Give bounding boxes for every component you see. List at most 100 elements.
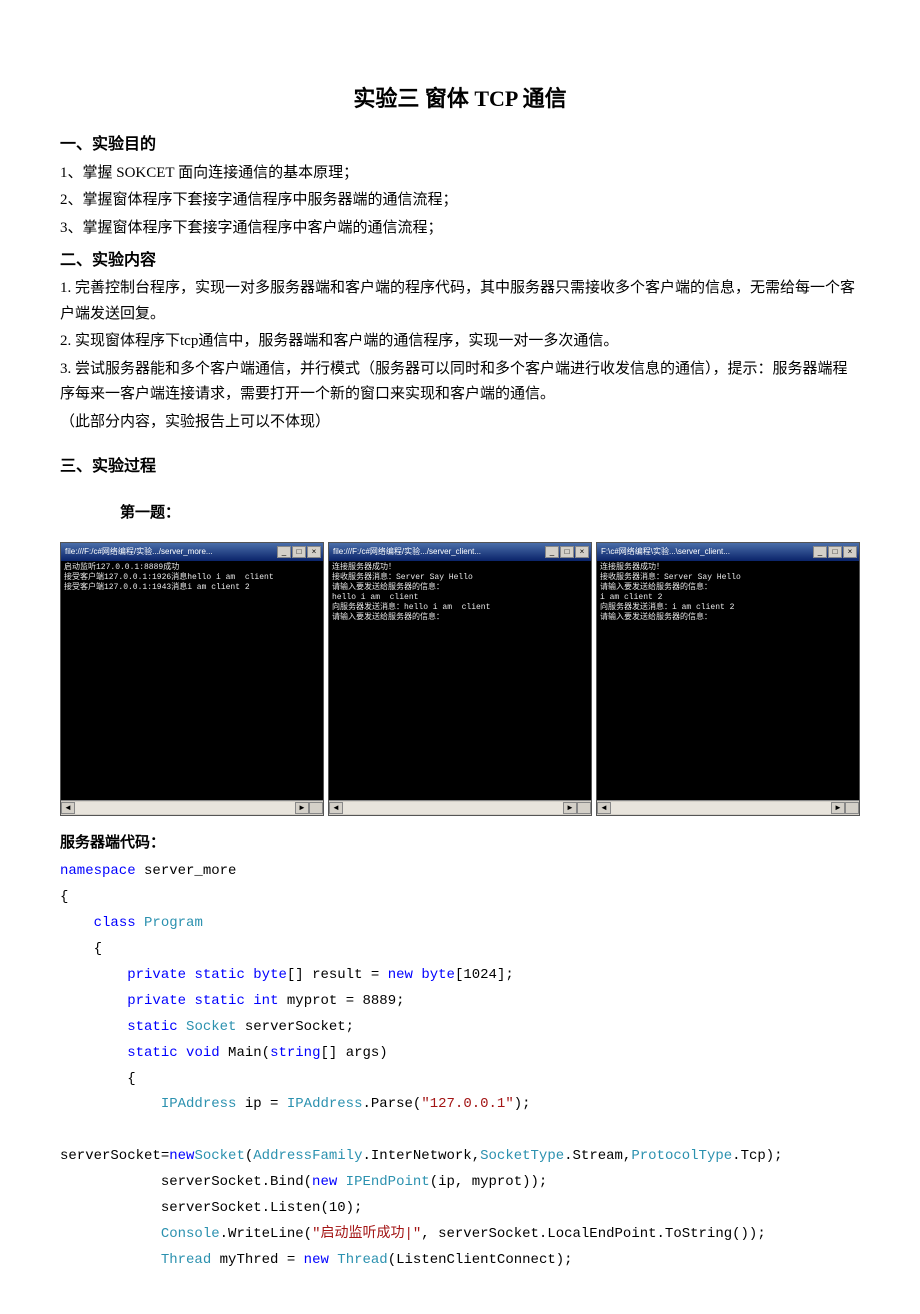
horizontal-scrollbar[interactable]: ◄ ► bbox=[61, 800, 323, 815]
str-launch: "启动监听成功|" bbox=[312, 1226, 421, 1242]
writeline-1: .WriteLine( bbox=[220, 1226, 312, 1242]
kw-new: new bbox=[169, 1148, 194, 1164]
ns-name: server_more bbox=[136, 863, 237, 879]
s1-item-1: 1、掌握 SOKCET 面向连接通信的基本原理； bbox=[60, 161, 860, 187]
minimize-icon[interactable]: _ bbox=[813, 546, 827, 558]
close-icon[interactable]: × bbox=[575, 546, 589, 558]
scroll-track[interactable] bbox=[611, 802, 831, 814]
scroll-left-icon[interactable]: ◄ bbox=[61, 802, 75, 814]
s1-item-3: 3、掌握窗体程序下套接字通信程序中客户端的通信流程； bbox=[60, 216, 860, 242]
kw-string: string bbox=[270, 1045, 320, 1061]
minimize-icon[interactable]: _ bbox=[277, 546, 291, 558]
listen-call: serverSocket.Listen(10); bbox=[60, 1200, 362, 1216]
myprot-decl: myprot = 8889; bbox=[278, 993, 404, 1009]
title-text: file:///F:/c#网络编程/实验.../server_more... bbox=[65, 545, 213, 559]
server-code-heading: 服务器端代码： bbox=[60, 830, 860, 856]
type-program: Program bbox=[144, 915, 203, 931]
maximize-icon[interactable]: □ bbox=[292, 546, 306, 558]
brace-open: { bbox=[94, 941, 102, 957]
s2-item-2: 2. 实现窗体程序下tcp通信中，服务器端和客户端的通信程序，实现一对一多次通信… bbox=[60, 329, 860, 355]
type-socket: Socket bbox=[194, 1148, 244, 1164]
server-code-block: namespace server_more { class Program { … bbox=[60, 859, 860, 1273]
title-text: file:///F:/c#网络编程/实验.../server_client... bbox=[333, 545, 481, 559]
section-2-heading: 二、实验内容 bbox=[60, 247, 860, 274]
serversocket-assign: serverSocket= bbox=[60, 1148, 169, 1164]
horizontal-scrollbar[interactable]: ◄ ► bbox=[597, 800, 859, 815]
question-1-heading: 第一题： bbox=[120, 500, 860, 526]
scroll-track[interactable] bbox=[75, 802, 295, 814]
kw-private: private bbox=[127, 993, 186, 1009]
kw-byte: byte bbox=[253, 967, 287, 983]
console-window-client1: file:///F:/c#网络编程/实验.../server_client...… bbox=[328, 542, 592, 816]
titlebar: file:///F:/c#网络编程/实验.../server_client...… bbox=[329, 543, 591, 561]
close-icon[interactable]: × bbox=[843, 546, 857, 558]
type-thread: Thread bbox=[337, 1252, 387, 1268]
type-addressfamily: AddressFamily bbox=[253, 1148, 362, 1164]
kw-static: static bbox=[127, 1045, 177, 1061]
s2-item-1: 1. 完善控制台程序，实现一对多服务器端和客户端的程序代码，其中服务器只需接收多… bbox=[60, 276, 860, 327]
type-ipaddress: IPAddress bbox=[287, 1096, 363, 1112]
maximize-icon[interactable]: □ bbox=[828, 546, 842, 558]
s1-item-2: 2、掌握窗体程序下套接字通信程序中服务器端的通信流程； bbox=[60, 188, 860, 214]
scroll-left-icon[interactable]: ◄ bbox=[329, 802, 343, 814]
scroll-right-icon[interactable]: ► bbox=[563, 802, 577, 814]
console-output: 连接服务器成功！ 接收服务器消息：Server Say Hello 请输入要发送… bbox=[329, 561, 591, 815]
console-screenshots: file:///F:/c#网络编程/实验.../server_more... _… bbox=[60, 542, 860, 816]
main-name: Main( bbox=[220, 1045, 270, 1061]
type-thread: Thread bbox=[161, 1252, 211, 1268]
type-protocoltype: ProtocolType bbox=[631, 1148, 732, 1164]
kw-static: static bbox=[194, 967, 244, 983]
stream: .Stream, bbox=[564, 1148, 631, 1164]
brace-open: { bbox=[127, 1071, 135, 1087]
titlebar: file:///F:/c#网络编程/实验.../server_more... _… bbox=[61, 543, 323, 561]
ip-eq: ip = bbox=[236, 1096, 286, 1112]
maximize-icon[interactable]: □ bbox=[560, 546, 574, 558]
kw-int: int bbox=[253, 993, 278, 1009]
brace-open: { bbox=[60, 889, 68, 905]
section-1-heading: 一、实验目的 bbox=[60, 131, 860, 158]
serversocket-decl: serverSocket; bbox=[236, 1019, 354, 1035]
scroll-track[interactable] bbox=[343, 802, 563, 814]
close-paren: ); bbox=[514, 1096, 531, 1112]
page-title: 实验三 窗体 TCP 通信 bbox=[60, 80, 860, 117]
bind-call-2: (ip, myprot)); bbox=[430, 1174, 548, 1190]
mythred: myThred = bbox=[211, 1252, 303, 1268]
byte-arr: [1024]; bbox=[455, 967, 514, 983]
resize-grip-icon[interactable] bbox=[309, 802, 323, 814]
s2-item-3b: （此部分内容，实验报告上可以不体现） bbox=[60, 410, 860, 436]
close-icon[interactable]: × bbox=[307, 546, 321, 558]
type-ipendpoint: IPEndPoint bbox=[346, 1174, 430, 1190]
console-output: 连接服务器成功！ 接收服务器消息：Server Say Hello 请输入要发送… bbox=[597, 561, 859, 815]
horizontal-scrollbar[interactable]: ◄ ► bbox=[329, 800, 591, 815]
type-sockettype: SocketType bbox=[480, 1148, 564, 1164]
window-buttons: _ □ × bbox=[813, 546, 857, 558]
tcp: .Tcp); bbox=[732, 1148, 782, 1164]
parse-call: .Parse( bbox=[363, 1096, 422, 1112]
scroll-right-icon[interactable]: ► bbox=[831, 802, 845, 814]
main-args: [] args) bbox=[321, 1045, 388, 1061]
type-ipaddress: IPAddress bbox=[161, 1096, 237, 1112]
minimize-icon[interactable]: _ bbox=[545, 546, 559, 558]
writeline-2: , serverSocket.LocalEndPoint.ToString())… bbox=[421, 1226, 765, 1242]
kw-new: new bbox=[388, 967, 413, 983]
scroll-left-icon[interactable]: ◄ bbox=[597, 802, 611, 814]
console-window-client2: F:\c#网络编程\实验...\server_client... _ □ × 连… bbox=[596, 542, 860, 816]
scroll-right-icon[interactable]: ► bbox=[295, 802, 309, 814]
title-text: F:\c#网络编程\实验...\server_client... bbox=[601, 545, 730, 559]
kw-void: void bbox=[186, 1045, 220, 1061]
result-decl: [] result = bbox=[287, 967, 388, 983]
bind-call-1: serverSocket.Bind( bbox=[60, 1174, 312, 1190]
internetwork: .InterNetwork, bbox=[362, 1148, 480, 1164]
str-ip: "127.0.0.1" bbox=[421, 1096, 513, 1112]
type-console: Console bbox=[161, 1226, 220, 1242]
resize-grip-icon[interactable] bbox=[845, 802, 859, 814]
titlebar: F:\c#网络编程\实验...\server_client... _ □ × bbox=[597, 543, 859, 561]
thread-ctor: (ListenClientConnect); bbox=[388, 1252, 573, 1268]
kw-new: new bbox=[312, 1174, 337, 1190]
kw-static: static bbox=[127, 1019, 177, 1035]
resize-grip-icon[interactable] bbox=[577, 802, 591, 814]
kw-class: class bbox=[94, 915, 136, 931]
kw-new: new bbox=[304, 1252, 329, 1268]
console-window-server: file:///F:/c#网络编程/实验.../server_more... _… bbox=[60, 542, 324, 816]
kw-namespace: namespace bbox=[60, 863, 136, 879]
